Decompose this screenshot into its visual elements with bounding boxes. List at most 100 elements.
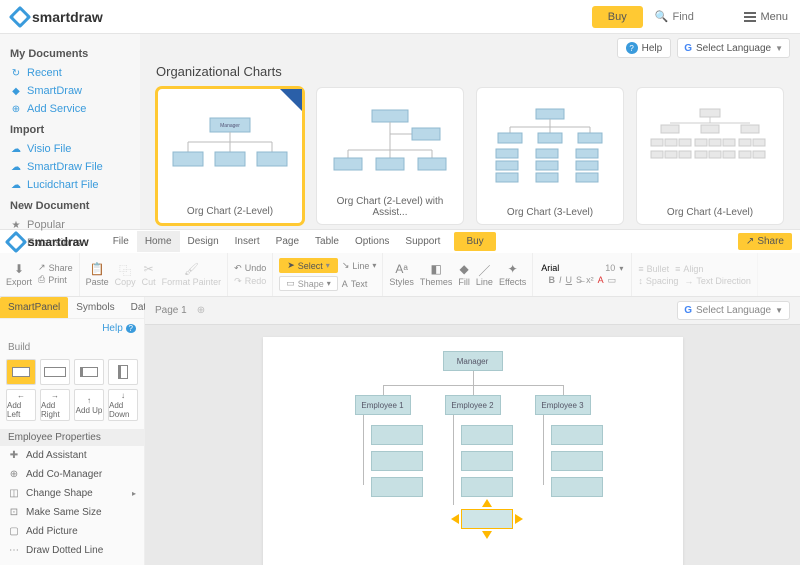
node-blank[interactable] [461,451,513,471]
export-button[interactable]: ⬇Export [6,262,32,287]
super-button[interactable]: x² [586,275,594,286]
resize-handle-bottom[interactable] [482,531,492,539]
cut-button[interactable]: ✂Cut [142,262,156,287]
menu-button[interactable]: Menu [744,11,788,23]
panel-tab-symbols[interactable]: Symbols [68,297,122,318]
template-card-2level-assist[interactable]: Org Chart (2-Level) with Assist... [316,87,464,225]
effects-button[interactable]: ✦Effects [499,262,526,287]
highlight-button[interactable]: ▭ [608,275,617,286]
prop-same-size[interactable]: ⊡Make Same Size [0,503,144,522]
styles-button[interactable]: AᵃStyles [389,262,414,287]
tab-file[interactable]: File [105,231,137,252]
node-manager[interactable]: Manager [443,351,503,371]
sidebar-item-sdfile[interactable]: ☁SmartDraw File [10,158,130,176]
node-blank[interactable] [461,425,513,445]
line-tool[interactable]: ↘Line▾ [342,258,377,273]
node-blank[interactable] [461,477,513,497]
underline-button[interactable]: U [566,275,573,286]
tab-insert[interactable]: Insert [227,231,268,252]
align-button[interactable]: ≡Align [675,264,703,274]
template-card-4level[interactable]: Org Chart (4-Level) [636,87,784,225]
font-family-input[interactable] [541,263,601,273]
node-emp2[interactable]: Employee 2 [445,395,501,415]
language-selector[interactable]: G Select Language ▼ [677,38,790,58]
language-selector-canvas[interactable]: G Select Language ▼ [677,301,790,320]
node-blank[interactable] [551,477,603,497]
sidebar-item-visio[interactable]: ☁Visio File [10,140,130,158]
share-button-ribbon[interactable]: ↗Share [38,262,73,273]
template-card-2level[interactable]: Manager Org Chart (2-Level) [156,87,304,225]
tab-home[interactable]: Home [137,231,180,252]
template-card-3level[interactable]: Org Chart (3-Level) [476,87,624,225]
prop-change-shape[interactable]: ◫Change Shape▸ [0,484,144,503]
resize-handle-top[interactable] [482,499,492,507]
font-color-button[interactable]: A [598,275,604,286]
search-input[interactable] [672,11,732,23]
strike-button[interactable]: S̶ [576,275,582,286]
select-tool[interactable]: ➤Select▾ [279,258,338,273]
buy-button[interactable]: Buy [592,6,643,28]
node-blank[interactable] [551,425,603,445]
page-viewport[interactable]: Manager Employee 1 Employee 2 Employee 3 [145,325,800,565]
line-style-button[interactable]: ／Line [476,262,493,287]
font-size-label[interactable]: 10 [605,263,615,273]
tab-options[interactable]: Options [347,231,397,252]
bullet-button[interactable]: ≡Bullet [638,264,669,274]
buy-button-small[interactable]: Buy [454,232,495,251]
node-emp1[interactable]: Employee 1 [355,395,411,415]
print-button[interactable]: ⎙Print [38,274,73,285]
undo-button[interactable]: ↶Undo [234,263,266,274]
direction-button[interactable]: →Text Direction [684,276,751,286]
italic-button[interactable]: I [559,275,562,286]
add-right-button[interactable]: →Add Right [40,389,70,421]
fill-button[interactable]: ◆Fill [458,262,470,287]
tab-support[interactable]: Support [397,231,448,252]
node-emp3[interactable]: Employee 3 [535,395,591,415]
text-tool[interactable]: AText [342,276,368,291]
share-icon: ↗ [38,262,46,273]
share-button[interactable]: ↗Share [738,233,792,250]
spacing-button[interactable]: ↕Spacing [638,276,678,286]
shape-style-1[interactable] [6,359,36,385]
prop-add-comanager[interactable]: ⊕Add Co-Manager [0,465,144,484]
template-name: Org Chart (3-Level) [507,207,593,218]
node-blank[interactable] [551,451,603,471]
resize-handle-right[interactable] [515,514,523,524]
panel-help-link[interactable]: Help ? [0,319,144,338]
sidebar-item-lucid[interactable]: ☁Lucidchart File [10,176,130,194]
node-blank[interactable] [371,477,423,497]
prop-add-assistant[interactable]: ✚Add Assistant [0,446,144,465]
shape-style-4[interactable] [108,359,138,385]
help-button[interactable]: ?Help [617,38,672,58]
node-selected[interactable] [461,509,513,529]
sidebar-item-smartdraw[interactable]: ◆SmartDraw [10,82,130,100]
themes-button[interactable]: ◧Themes [420,262,453,287]
add-left-button[interactable]: ←Add Left [6,389,36,421]
add-down-button[interactable]: ↓Add Down [108,389,138,421]
resize-handle-left[interactable] [451,514,459,524]
prop-dotted-line[interactable]: ⋯Draw Dotted Line [0,541,144,560]
sidebar-item-addservice[interactable]: ⊕Add Service [10,100,130,118]
node-blank[interactable] [371,425,423,445]
prop-add-picture[interactable]: ▢Add Picture [0,522,144,541]
format-painter-button[interactable]: 🖌Format Painter [162,262,222,287]
editor-logo: smartdraw [8,234,89,250]
paste-button[interactable]: 📋Paste [86,262,109,287]
sidebar-item-recent[interactable]: ↻Recent [10,64,130,82]
tab-design[interactable]: Design [180,231,227,252]
tab-page[interactable]: Page [268,231,307,252]
shape-tool[interactable]: ▭Shape▾ [279,276,338,291]
panel-tab-smartpanel[interactable]: SmartPanel [0,297,68,318]
page[interactable]: Manager Employee 1 Employee 2 Employee 3 [263,337,683,565]
copy-button[interactable]: ⿻Copy [115,262,136,287]
search-wrap[interactable]: 🔍 [655,10,733,23]
shape-style-3[interactable] [74,359,104,385]
add-up-button[interactable]: ↑Add Up [74,389,104,421]
page-label[interactable]: Page 1 [155,305,187,316]
bold-button[interactable]: B [549,275,556,286]
shape-style-2[interactable] [40,359,70,385]
node-blank[interactable] [371,451,423,471]
tab-table[interactable]: Table [307,231,347,252]
redo-button[interactable]: ↷Redo [234,276,266,287]
add-page-button[interactable]: ⊕ [197,305,205,316]
